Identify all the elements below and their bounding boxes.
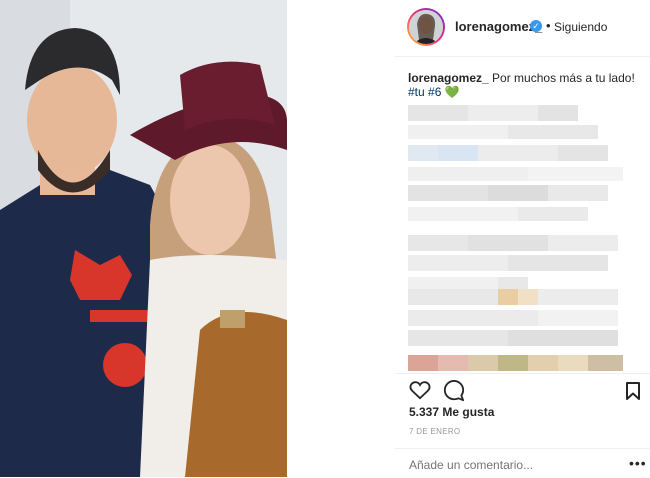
hashtag-links[interactable]: #tu #6 (408, 85, 441, 99)
follow-status-button[interactable]: Siguiendo (554, 20, 607, 34)
caption-username[interactable]: lorenagomez_ (408, 71, 489, 85)
comment-icon[interactable] (443, 380, 465, 407)
likes-count[interactable]: 5.337 Me gusta (409, 405, 494, 419)
comment-input[interactable] (409, 458, 599, 472)
avatar[interactable] (407, 8, 445, 46)
verified-badge-icon: ✓ (530, 20, 542, 32)
hashtags: #tu #6 💚 (408, 85, 460, 99)
post-photo[interactable] (0, 0, 287, 477)
caption: lorenagomez_ Por muchos más a tu lado! (408, 70, 643, 86)
post-date: 7 DE ENERO (409, 427, 461, 436)
avatar-image (409, 10, 443, 44)
post-header: lorenagomez_ ✓ • Siguiendo (395, 0, 650, 57)
instagram-post: lorenagomez_ ✓ • Siguiendo lorenagomez_ … (0, 0, 650, 477)
caption-text: Por muchos más a tu lado! (492, 71, 635, 85)
bookmark-icon[interactable] (625, 381, 641, 406)
comment-box: ••• (395, 448, 650, 478)
pixelated-comments-area (408, 105, 628, 373)
heart-icon[interactable] (409, 380, 431, 405)
post-sidebar: lorenagomez_ ✓ • Siguiendo lorenagomez_ … (395, 0, 650, 477)
separator-dot: • (546, 18, 551, 33)
green-heart-emoji: 💚 (444, 85, 460, 99)
more-options-icon[interactable]: ••• (629, 455, 647, 471)
